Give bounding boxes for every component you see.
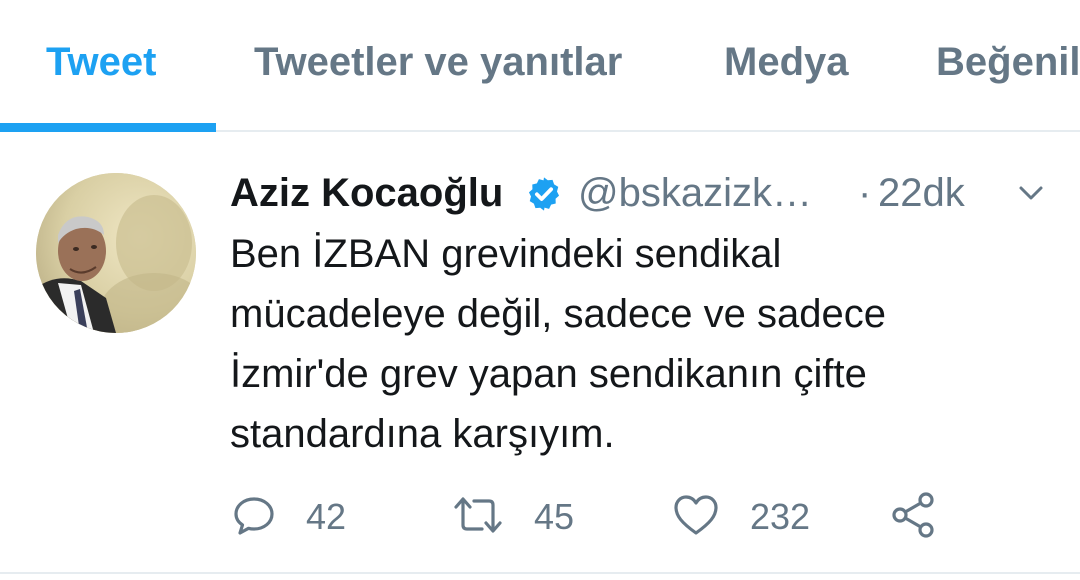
author-handle[interactable]: @bskazizk…: [578, 168, 812, 218]
retweet-count: 45: [534, 496, 575, 537]
tweet-header: Aziz Kocaoğlu @bskazizk… · 22dk: [230, 168, 1070, 218]
tab-media[interactable]: Medya: [724, 38, 849, 86]
share-icon: [890, 491, 938, 544]
tweet-text: Ben İZBAN grevindeki sendikal mücadeleye…: [230, 224, 1030, 464]
reply-count: 42: [306, 496, 347, 537]
reply-icon: [232, 493, 276, 542]
tab-tweets-and-replies[interactable]: Tweetler ve yanıtlar: [254, 38, 622, 86]
retweet-icon: [452, 493, 504, 542]
like-button[interactable]: 232: [672, 487, 810, 547]
tweet-actions: 42 45 232: [0, 487, 1080, 547]
share-button[interactable]: [890, 487, 938, 547]
tweet-text-line: İzmir'de grev yapan sendikanın çifte: [230, 352, 867, 396]
retweet-button[interactable]: 45: [452, 487, 574, 547]
reply-button[interactable]: 42: [232, 487, 346, 547]
tweet-text-line: Ben İZBAN grevindeki sendikal: [230, 232, 782, 276]
avatar[interactable]: [36, 173, 196, 333]
author-name[interactable]: Aziz Kocaoğlu: [230, 168, 503, 218]
like-count: 232: [750, 496, 811, 537]
tweet-timestamp[interactable]: 22dk: [878, 168, 965, 218]
chevron-down-icon[interactable]: [1016, 178, 1046, 208]
tweet-text-line: mücadeleye değil, sadece ve sadece: [230, 292, 886, 336]
heart-icon: [672, 493, 720, 542]
header-separator: ·: [858, 171, 872, 215]
profile-tweets-page: Tweet Tweetler ve yanıtlar Medya Beğenil…: [0, 0, 1080, 580]
active-tab-indicator: [0, 123, 216, 132]
verified-badge-icon: [525, 175, 563, 213]
avatar-photo: [36, 173, 196, 333]
tab-likes[interactable]: Beğeniler: [936, 38, 1080, 86]
tab-tweets[interactable]: Tweet: [46, 38, 156, 86]
profile-tabs: Tweet Tweetler ve yanıtlar Medya Beğenil…: [0, 0, 1080, 132]
tweet[interactable]: Aziz Kocaoğlu @bskazizk… · 22dk Ben İZBA…: [0, 132, 1080, 572]
tweet-divider: [0, 572, 1080, 574]
tweet-text-line: standardına karşıyım.: [230, 412, 615, 456]
